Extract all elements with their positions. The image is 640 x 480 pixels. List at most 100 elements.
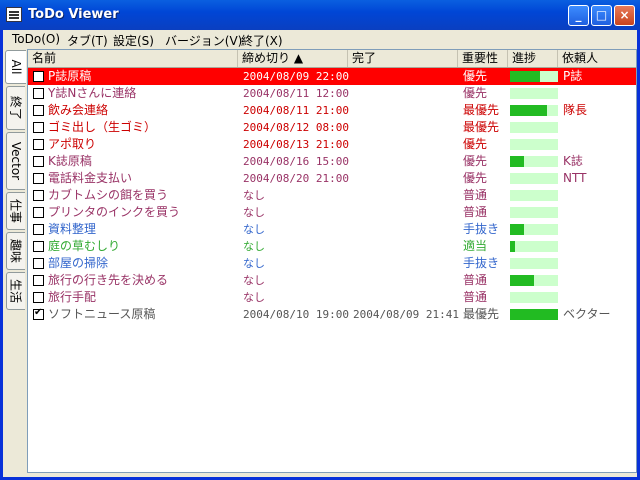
task-name: アポ取り bbox=[48, 137, 97, 151]
done-checkbox[interactable] bbox=[33, 307, 44, 320]
table-row[interactable]: 飲み会連絡 2004/08/11 21:00 最優先 隊長 bbox=[28, 102, 636, 119]
menu-version[interactable]: バージョン(V) bbox=[165, 32, 242, 49]
done-checkbox[interactable] bbox=[33, 71, 44, 82]
task-requester bbox=[563, 119, 636, 136]
menu-settings[interactable]: 設定(S) bbox=[113, 32, 154, 49]
table-row[interactable]: P誌原稿 2004/08/09 22:00 優先 P誌 bbox=[28, 68, 636, 85]
table-row[interactable]: アポ取り 2004/08/13 21:00 優先 bbox=[28, 136, 636, 153]
progress-bar bbox=[510, 292, 558, 303]
column-header: 名前 締め切り ▲ 完了 重要性 進捗 依頼人 bbox=[28, 50, 636, 68]
table-row[interactable]: ゴミ出し（生ゴミ） 2004/08/12 08:00 最優先 bbox=[28, 119, 636, 136]
table-row[interactable]: 電話料金支払い 2004/08/20 21:00 優先 NTT bbox=[28, 170, 636, 187]
task-requester: P誌 bbox=[563, 69, 583, 83]
progress-bar bbox=[510, 190, 558, 201]
done-checkbox[interactable] bbox=[33, 173, 44, 184]
tab-vector[interactable]: Vector bbox=[6, 132, 25, 190]
task-priority: 優先 bbox=[463, 154, 488, 168]
done-checkbox[interactable] bbox=[33, 258, 44, 269]
table-row[interactable]: 旅行手配 なし 普通 bbox=[28, 289, 636, 306]
task-name: ゴミ出し（生ゴミ） bbox=[48, 120, 157, 134]
done-checkbox[interactable] bbox=[33, 275, 44, 286]
task-priority: 最優先 bbox=[463, 120, 500, 134]
table-row[interactable]: 旅行の行き先を決める なし 普通 bbox=[28, 272, 636, 289]
progress-bar bbox=[510, 309, 558, 320]
col-name[interactable]: 名前 bbox=[28, 50, 238, 67]
window-title: ToDo Viewer bbox=[28, 7, 119, 22]
task-deadline: なし bbox=[243, 291, 265, 304]
done-checkbox[interactable] bbox=[33, 241, 44, 252]
task-deadline: 2004/08/10 19:00 bbox=[243, 308, 349, 321]
task-done-time bbox=[353, 221, 461, 238]
task-requester bbox=[563, 289, 636, 306]
task-done-time bbox=[353, 289, 461, 306]
tab-all[interactable]: All bbox=[5, 50, 26, 84]
done-checkbox[interactable] bbox=[33, 139, 44, 150]
task-done-time bbox=[353, 187, 461, 204]
progress-fill bbox=[510, 309, 558, 320]
progress-bar bbox=[510, 224, 558, 235]
menu-todo[interactable]: ToDo(O) bbox=[12, 32, 60, 46]
col-done[interactable]: 完了 bbox=[348, 50, 458, 67]
progress-fill bbox=[510, 241, 515, 252]
progress-bar bbox=[510, 207, 558, 218]
task-requester bbox=[563, 221, 636, 238]
task-name: K誌原稿 bbox=[48, 154, 92, 168]
table-row[interactable]: ソフトニュース原稿 2004/08/10 19:00 2004/08/09 21:4… bbox=[28, 306, 636, 323]
done-checkbox[interactable] bbox=[33, 207, 44, 218]
task-requester bbox=[563, 255, 636, 272]
col-deadline[interactable]: 締め切り ▲ bbox=[238, 50, 348, 67]
task-name: 飲み会連絡 bbox=[48, 103, 109, 117]
tab-work[interactable]: 仕事 bbox=[6, 192, 25, 230]
col-priority[interactable]: 重要性 bbox=[458, 50, 508, 67]
table-row[interactable]: プリンタのインクを買う なし 普通 bbox=[28, 204, 636, 221]
table-row[interactable]: カブトムシの餌を買う なし 普通 bbox=[28, 187, 636, 204]
task-requester: 隊長 bbox=[563, 103, 588, 117]
done-checkbox[interactable] bbox=[33, 156, 44, 167]
task-name: 電話料金支払い bbox=[48, 171, 133, 185]
task-deadline: なし bbox=[243, 274, 265, 287]
tab-life[interactable]: 生活 bbox=[6, 272, 25, 310]
progress-bar bbox=[510, 105, 558, 116]
task-requester bbox=[563, 85, 636, 102]
menu-tab[interactable]: タブ(T) bbox=[67, 32, 108, 49]
task-priority: 最優先 bbox=[463, 103, 500, 117]
task-deadline: なし bbox=[243, 257, 265, 270]
col-requester[interactable]: 依頼人 bbox=[558, 50, 636, 67]
progress-fill bbox=[510, 275, 534, 286]
done-checkbox[interactable] bbox=[33, 224, 44, 235]
task-priority: 優先 bbox=[463, 137, 488, 151]
task-name: 旅行手配 bbox=[48, 290, 97, 304]
task-priority: 優先 bbox=[463, 69, 488, 83]
task-done-time bbox=[353, 85, 461, 102]
table-row[interactable]: 庭の草むしり なし 適当 bbox=[28, 238, 636, 255]
progress-fill bbox=[510, 105, 547, 116]
task-requester bbox=[563, 272, 636, 289]
maximize-button[interactable]: □ bbox=[591, 5, 612, 26]
done-checkbox[interactable] bbox=[33, 88, 44, 99]
task-name: プリンタのインクを買う bbox=[48, 205, 181, 219]
task-name: ソフトニュース原稿 bbox=[48, 307, 156, 321]
minimize-button[interactable]: _ bbox=[568, 5, 589, 26]
todo-list[interactable]: 名前 締め切り ▲ 完了 重要性 進捗 依頼人 P誌原稿 2004/08/09 2… bbox=[27, 49, 637, 473]
task-priority: 普通 bbox=[463, 188, 488, 202]
table-row[interactable]: Y誌Nさんに連絡 2004/08/11 12:00 優先 bbox=[28, 85, 636, 102]
tab-hobby[interactable]: 趣味 bbox=[6, 232, 25, 270]
done-checkbox[interactable] bbox=[33, 190, 44, 201]
menu-exit[interactable]: 終了(X) bbox=[241, 32, 283, 49]
done-checkbox[interactable] bbox=[33, 122, 44, 133]
task-deadline: 2004/08/11 21:00 bbox=[243, 104, 349, 117]
done-checkbox[interactable] bbox=[33, 292, 44, 303]
title-bar[interactable]: ToDo Viewer _ □ × bbox=[0, 0, 640, 30]
task-priority: 手抜き bbox=[463, 222, 500, 236]
task-requester: ベクター bbox=[563, 307, 611, 321]
table-row[interactable]: 部屋の掃除 なし 手抜き bbox=[28, 255, 636, 272]
tab-done[interactable]: 終了 bbox=[6, 86, 25, 130]
progress-fill bbox=[510, 156, 524, 167]
table-row[interactable]: 資料整理 なし 手抜き bbox=[28, 221, 636, 238]
col-progress[interactable]: 進捗 bbox=[508, 50, 558, 67]
done-checkbox[interactable] bbox=[33, 105, 44, 116]
app-icon[interactable] bbox=[6, 7, 22, 22]
task-name: 旅行の行き先を決める bbox=[48, 273, 169, 287]
close-button[interactable]: × bbox=[614, 5, 635, 26]
table-row[interactable]: K誌原稿 2004/08/16 15:00 優先 K誌 bbox=[28, 153, 636, 170]
